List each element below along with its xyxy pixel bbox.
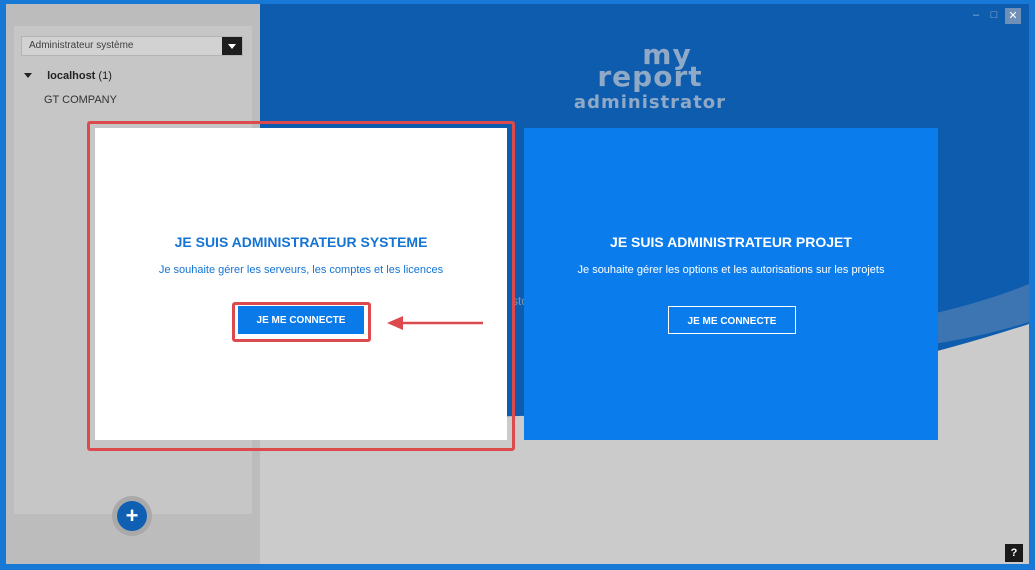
highlight-system-card	[87, 121, 515, 451]
project-admin-description: Je souhaite gérer les options et les aut…	[577, 264, 885, 276]
help-button[interactable]: ?	[1005, 544, 1023, 562]
role-select-value: Administrateur système	[29, 40, 134, 51]
project-admin-title: JE SUIS ADMINISTRATEUR PROJET	[610, 234, 852, 250]
add-server-button[interactable]: +	[112, 496, 152, 536]
project-admin-card: JE SUIS ADMINISTRATEUR PROJET Je souhait…	[524, 128, 938, 440]
tree-item-label: localhost	[47, 70, 96, 82]
myreport-logo: my report administrator	[560, 41, 740, 114]
tree-item-gt-company[interactable]: GT COMPANY	[44, 94, 117, 106]
tree-item-count: (1)	[98, 70, 112, 82]
tree-item-localhost[interactable]: localhost (1)	[24, 70, 112, 82]
project-admin-connect-button[interactable]: JE ME CONNECTE	[668, 306, 796, 334]
annotation-arrow-icon	[387, 316, 483, 330]
logo-line-report: report	[597, 60, 703, 93]
minimize-icon[interactable]: –	[969, 8, 983, 22]
logo-line-administrator: administrator	[573, 92, 727, 113]
highlight-connect-button	[232, 302, 371, 342]
caret-down-icon[interactable]	[24, 72, 32, 78]
window-controls: – □ ✕	[969, 8, 1021, 24]
role-select[interactable]: Administrateur système	[21, 36, 243, 56]
maximize-icon[interactable]: □	[987, 8, 1001, 22]
chevron-down-icon[interactable]	[222, 37, 242, 55]
plus-icon: +	[117, 501, 147, 531]
close-icon[interactable]: ✕	[1005, 8, 1021, 24]
